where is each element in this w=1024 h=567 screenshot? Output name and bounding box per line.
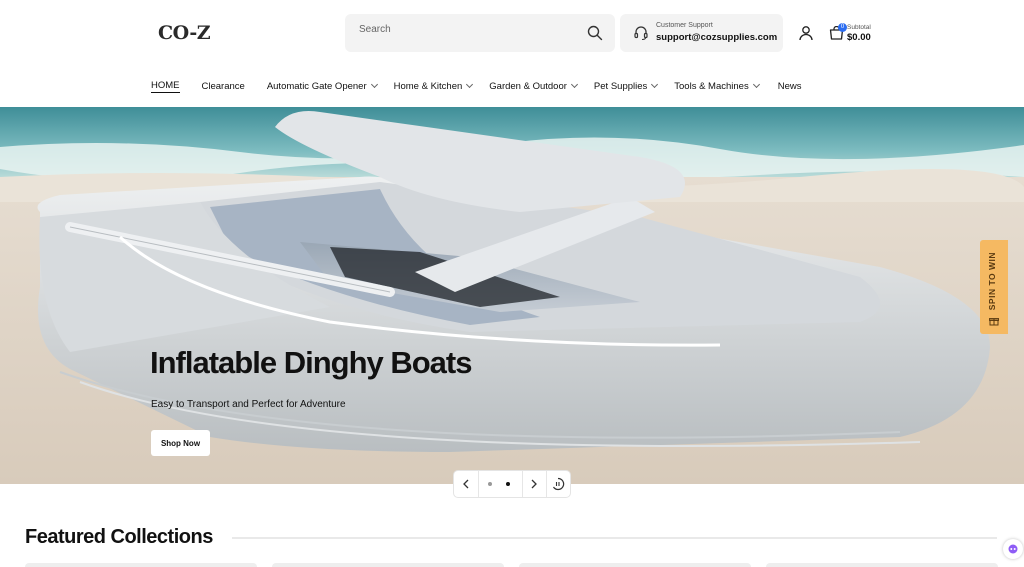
collection-card[interactable] — [272, 563, 504, 567]
collection-card[interactable] — [766, 563, 998, 567]
spin-to-win-label: SPIN TO WIN — [987, 252, 997, 311]
nav-item-news[interactable]: News — [778, 78, 802, 94]
support-label: Customer Support — [656, 22, 713, 29]
featured-collections-title: Featured Collections — [25, 526, 213, 548]
site-header: CO-Z Customer Support support@cozsupplie… — [0, 0, 1024, 66]
hero-banner: Inflatable Dinghy Boats Easy to Transpor… — [0, 107, 1024, 484]
slider-dot-1[interactable] — [482, 471, 498, 497]
collection-card[interactable] — [519, 563, 751, 567]
search-icon[interactable] — [587, 25, 603, 41]
subtotal-value: $0.00 — [847, 32, 871, 43]
nav-item-garden-outdoor[interactable]: Garden & Outdoor — [489, 78, 578, 94]
shop-now-button[interactable]: Shop Now — [151, 430, 210, 456]
gift-icon — [989, 318, 999, 326]
spin-to-win-tab[interactable]: SPIN TO WIN — [980, 240, 1008, 334]
support-email[interactable]: support@cozsupplies.com — [656, 32, 777, 43]
chevron-down-icon — [370, 80, 378, 89]
cart-count-badge: 0 — [838, 23, 847, 32]
nav-item-pet-supplies[interactable]: Pet Supplies — [594, 78, 659, 94]
nav-item-home[interactable]: HOME — [151, 78, 180, 94]
nav-item-clearance[interactable]: Clearance — [202, 78, 245, 94]
nav-item-tools-machines[interactable]: Tools & Machines — [674, 78, 760, 94]
search-bar — [345, 14, 615, 52]
slider-pause-button[interactable] — [546, 471, 570, 497]
slider-dot-active — [506, 482, 510, 486]
slider-dot — [488, 482, 492, 486]
slider-controls — [454, 471, 570, 497]
hero-subtitle: Easy to Transport and Perfect for Advent… — [151, 399, 346, 410]
customer-support[interactable]: Customer Support support@cozsupplies.com — [620, 14, 783, 52]
chevron-left-icon — [463, 479, 469, 489]
search-input[interactable] — [359, 24, 569, 35]
chevron-down-icon — [466, 80, 474, 89]
chevron-right-icon — [531, 479, 537, 489]
chevron-down-icon — [570, 80, 578, 89]
main-nav: HOME Clearance Automatic Gate Opener Hom… — [151, 78, 801, 98]
section-divider — [232, 537, 997, 539]
hero-boat-image — [0, 107, 1024, 484]
headset-icon — [634, 26, 648, 41]
site-logo[interactable]: CO-Z — [158, 22, 211, 44]
chat-icon — [1008, 544, 1018, 554]
pause-icon — [552, 477, 565, 491]
account-icon[interactable] — [798, 25, 814, 41]
chat-widget-button[interactable] — [1003, 539, 1023, 559]
slider-next-button[interactable] — [522, 471, 546, 497]
slider-dot-2[interactable] — [500, 471, 516, 497]
subtotal-label: Subtotal — [847, 24, 871, 31]
slider-prev-button[interactable] — [454, 471, 478, 497]
nav-item-home-kitchen[interactable]: Home & Kitchen — [394, 78, 474, 94]
nav-item-automatic-gate-opener[interactable]: Automatic Gate Opener — [267, 78, 378, 94]
hero-title: Inflatable Dinghy Boats — [150, 345, 472, 380]
chevron-down-icon — [651, 80, 659, 89]
chevron-down-icon — [752, 80, 760, 89]
collection-card[interactable] — [25, 563, 257, 567]
